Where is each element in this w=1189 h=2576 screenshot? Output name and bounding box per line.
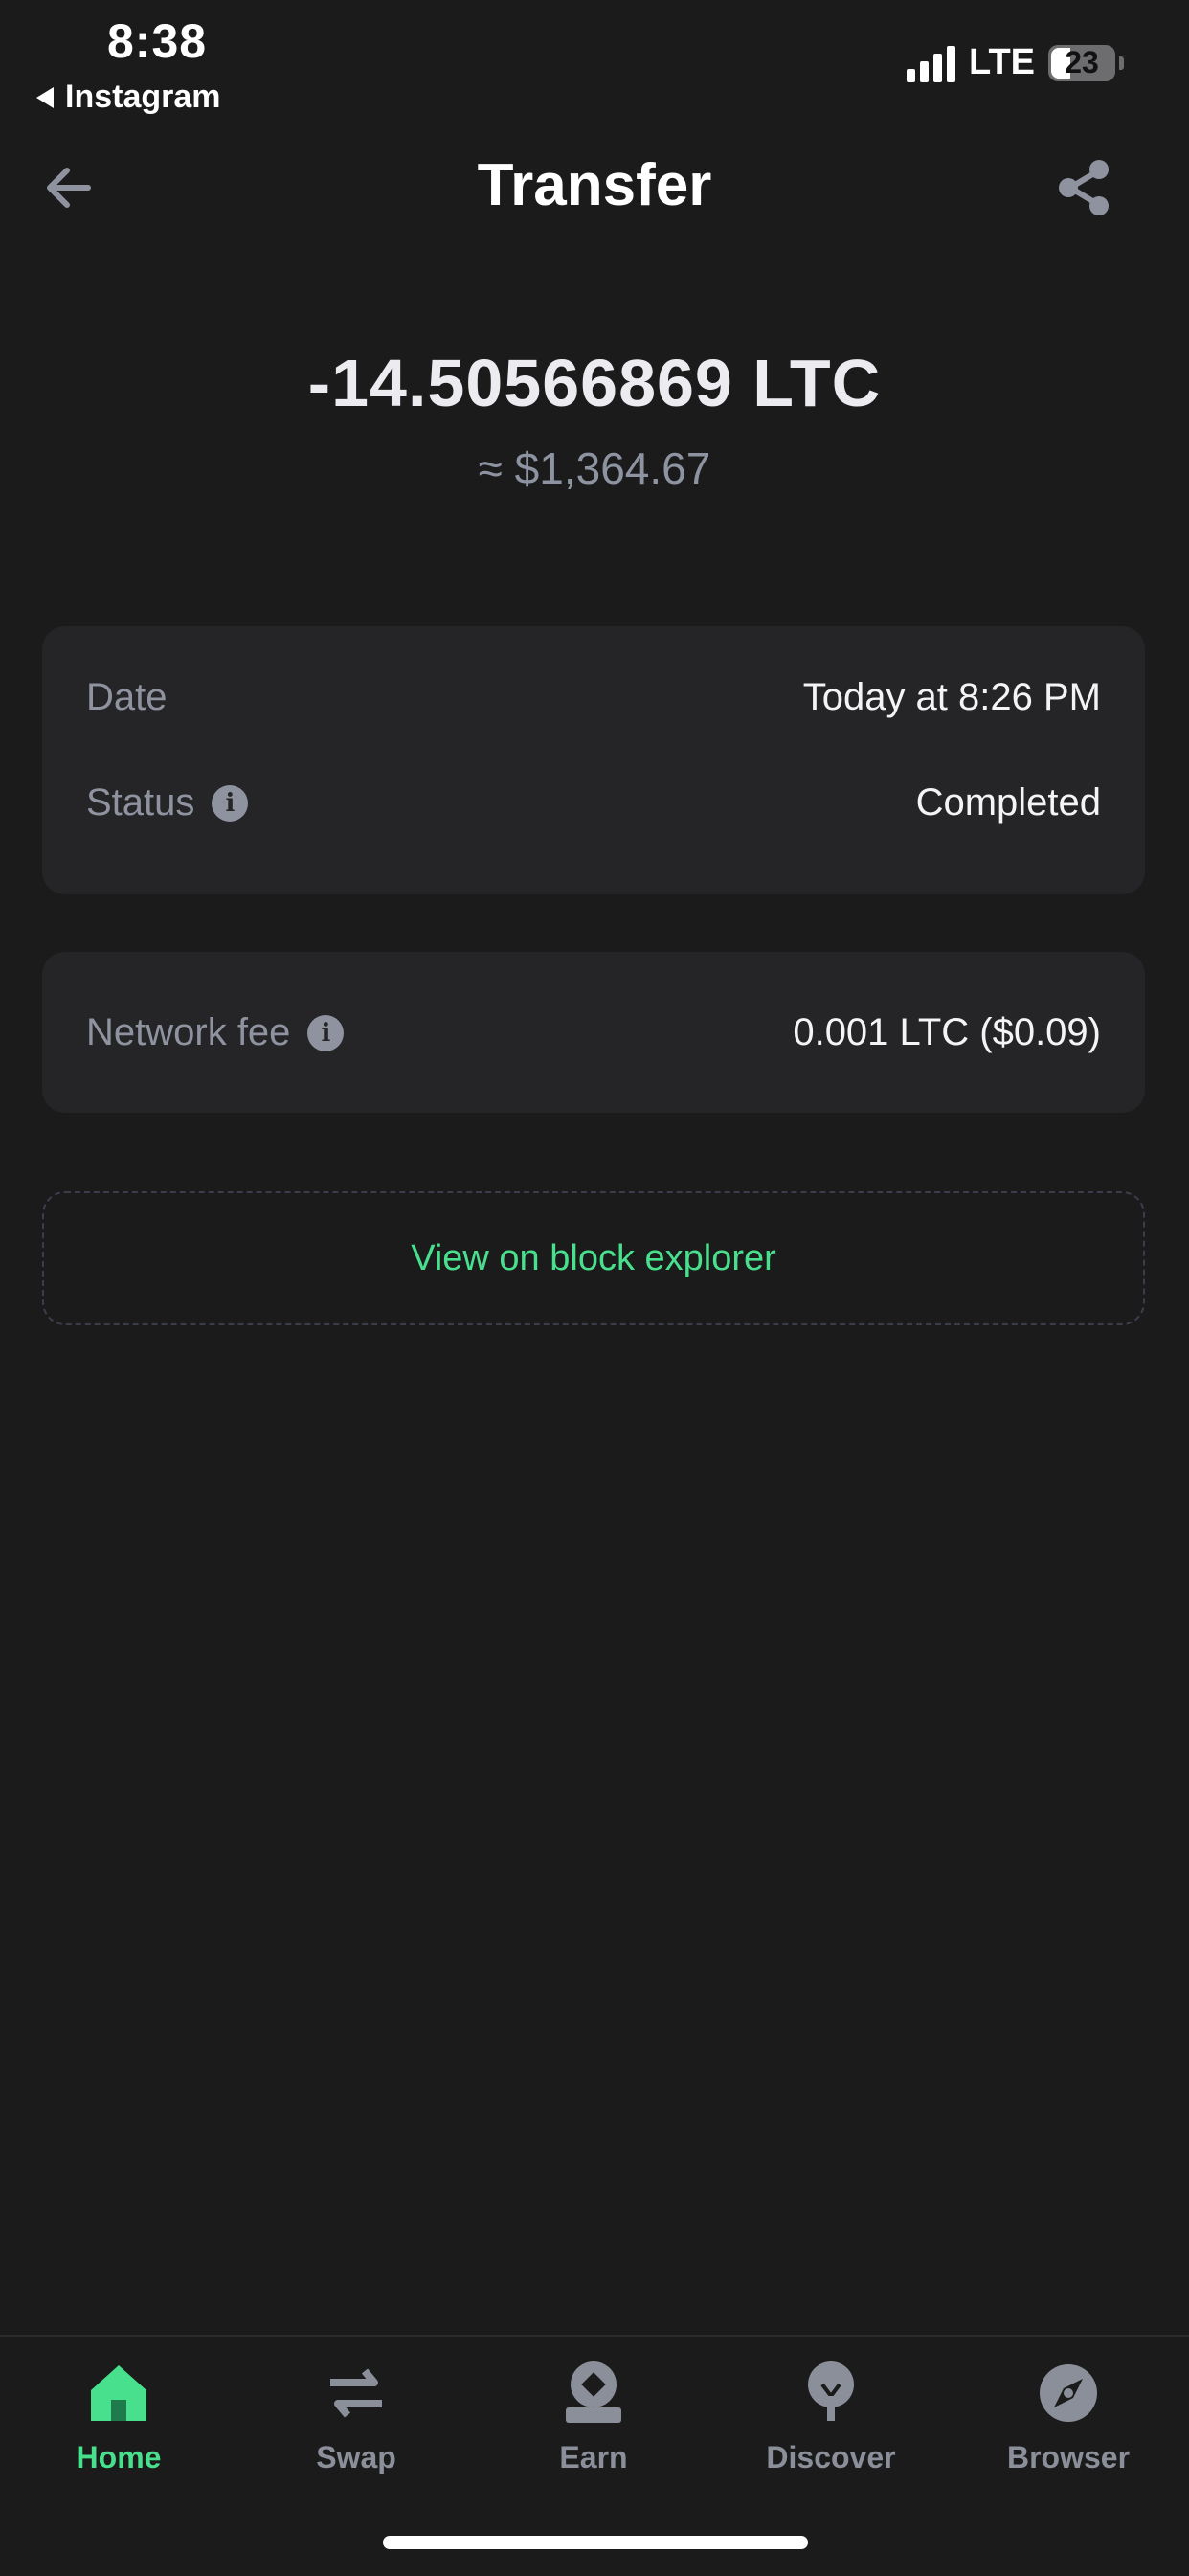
fee-label: Network fee <box>86 1011 291 1053</box>
battery-icon: 23 <box>1048 44 1115 81</box>
status-row: Status i Completed <box>86 781 1101 825</box>
battery-nub <box>1119 56 1124 70</box>
fee-card: Network fee i 0.001 LTC ($0.09) <box>42 952 1145 1113</box>
network-label: LTE <box>969 42 1035 82</box>
status-indicators: LTE 23 <box>907 42 1124 83</box>
tab-label: Swap <box>316 2440 396 2474</box>
tab-home[interactable]: Home <box>13 2360 224 2503</box>
discover-icon <box>808 2361 854 2421</box>
status-label: Status <box>86 781 195 824</box>
back-to-app-link[interactable]: Instagram <box>36 79 221 116</box>
tab-swap[interactable]: Swap <box>251 2360 461 2503</box>
tab-label: Home <box>76 2440 162 2474</box>
status-time: 8:38 <box>107 14 208 68</box>
home-icon <box>91 2365 146 2421</box>
earn-icon <box>566 2361 621 2423</box>
signal-icon <box>907 44 956 82</box>
info-icon[interactable]: i <box>212 784 249 822</box>
back-triangle-icon <box>36 86 54 108</box>
details-card: Date Today at 8:26 PM Status i Completed <box>42 626 1145 894</box>
back-app-label: Instagram <box>65 79 221 115</box>
share-icon <box>1059 160 1109 215</box>
battery-level: 23 <box>1065 45 1099 79</box>
home-indicator[interactable] <box>383 2536 808 2549</box>
view-on-block-explorer-button[interactable]: View on block explorer <box>42 1191 1145 1325</box>
date-row: Date Today at 8:26 PM <box>86 676 1101 719</box>
tab-discover[interactable]: Discover <box>726 2360 936 2503</box>
status-value: Completed <box>915 781 1101 824</box>
tab-label: Browser <box>1006 2440 1131 2474</box>
tab-label: Discover <box>766 2440 896 2474</box>
info-icon[interactable]: i <box>307 1014 345 1051</box>
page-title: Transfer <box>477 152 712 218</box>
tab-label: Earn <box>559 2440 628 2474</box>
fee-row: Network fee i 0.001 LTC ($0.09) <box>86 1011 1101 1054</box>
tab-browser[interactable]: Browser <box>963 2360 1174 2503</box>
date-value: Today at 8:26 PM <box>802 676 1101 718</box>
share-button[interactable] <box>1055 157 1116 218</box>
swap-icon <box>330 2368 382 2418</box>
fiat-value: ≈ $1,364.67 <box>478 443 711 493</box>
tab-earn[interactable]: Earn <box>488 2360 699 2503</box>
fee-value: 0.001 LTC ($0.09) <box>793 1011 1101 1053</box>
date-label: Date <box>86 676 168 718</box>
transfer-amount: -14.50566869 LTC <box>307 346 882 420</box>
compass-icon <box>1040 2364 1097 2422</box>
